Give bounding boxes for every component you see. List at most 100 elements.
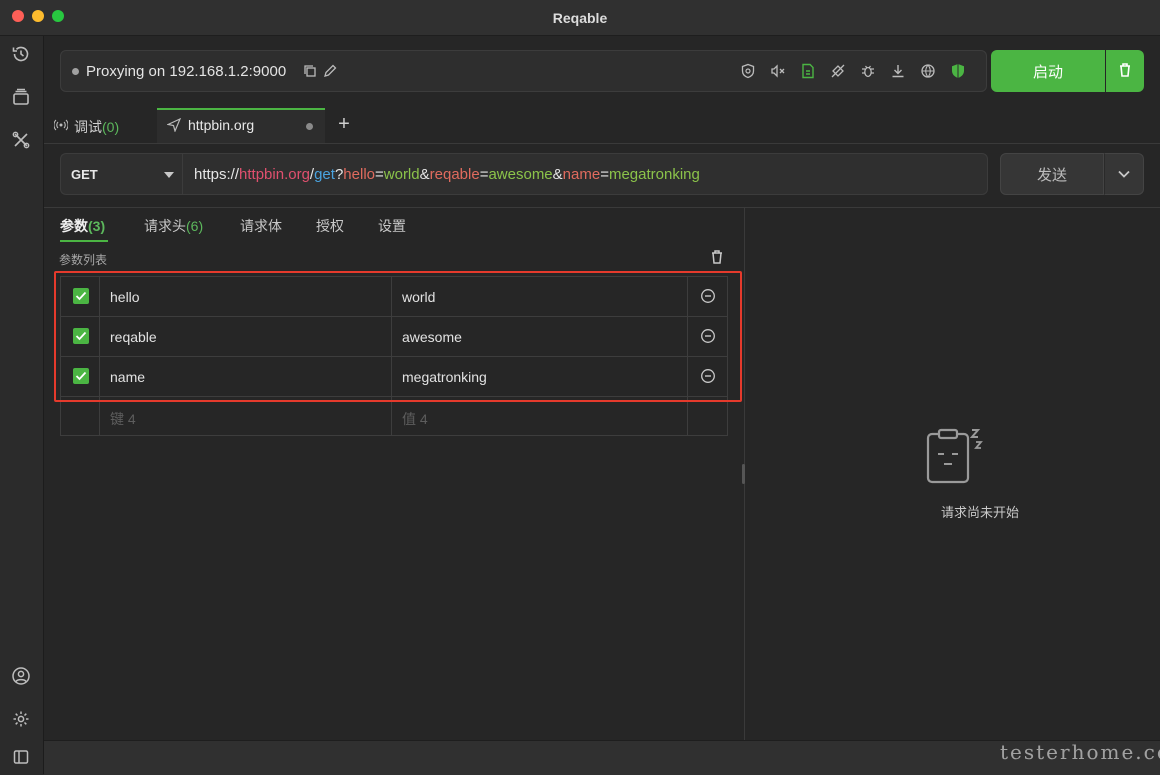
- script-file-icon[interactable]: [799, 62, 817, 80]
- action-cell: [687, 396, 728, 436]
- param-value: world: [402, 289, 436, 305]
- param-key-cell[interactable]: hello: [99, 276, 392, 316]
- start-button[interactable]: 启动: [991, 50, 1105, 92]
- divider: [44, 207, 1160, 208]
- url-scheme: https://: [194, 166, 240, 183]
- remove-param-icon[interactable]: [700, 288, 716, 304]
- table-row-new: 键 4 值 4: [60, 396, 728, 436]
- table-row: reqable awesome: [60, 316, 728, 356]
- tools-icon[interactable]: [10, 129, 32, 151]
- method-label: GET: [71, 167, 98, 182]
- url-equals: =: [375, 166, 384, 183]
- url-amp: &: [552, 166, 563, 183]
- toggle-sidebar-icon[interactable]: [10, 746, 32, 768]
- chevron-down-icon: [1117, 166, 1131, 182]
- mute-traffic-icon[interactable]: [769, 62, 787, 80]
- new-param-value-input[interactable]: 值 4: [391, 396, 688, 436]
- subtab-params-label: 参数: [60, 218, 88, 234]
- window-title: Reqable: [552, 10, 608, 26]
- collections-icon[interactable]: [10, 86, 32, 108]
- subtab-params[interactable]: 参数(3): [60, 216, 105, 236]
- breakpoint-bug-icon[interactable]: [859, 62, 877, 80]
- checkbox-cell: [60, 316, 100, 356]
- settings-gear-icon[interactable]: [10, 708, 32, 730]
- send-button[interactable]: 发送: [1000, 153, 1104, 195]
- url-equals: =: [600, 166, 609, 183]
- unsaved-dot: [306, 123, 313, 130]
- delete-all-params-icon[interactable]: [710, 249, 724, 268]
- url-input[interactable]: https://httpbin.org/get?hello=world&reqa…: [182, 153, 988, 195]
- send-options-dropdown[interactable]: [1104, 153, 1144, 195]
- url-host: httpbin.org: [239, 166, 310, 183]
- tab-bar: 调试(0) httpbin.org +: [44, 108, 1160, 144]
- tab-debug-count: (0): [102, 119, 120, 135]
- trash-icon: [1118, 62, 1132, 81]
- clipboard-sleep-icon: [922, 424, 986, 491]
- action-cell: [687, 356, 728, 396]
- subtab-headers[interactable]: 请求头(6): [144, 216, 203, 236]
- copy-icon[interactable]: [303, 64, 317, 81]
- subtab-headers-label: 请求头: [144, 218, 186, 234]
- param-value: megatronking: [402, 369, 487, 385]
- sidebar: [0, 36, 44, 774]
- new-key-placeholder: 键 4: [110, 411, 136, 427]
- shield-icon[interactable]: [949, 62, 967, 80]
- active-tab-indicator: [60, 240, 108, 242]
- subtab-auth[interactable]: 授权: [316, 216, 344, 236]
- param-value: awesome: [402, 329, 462, 345]
- params-list-title: 参数列表: [59, 253, 108, 267]
- clear-button[interactable]: [1106, 50, 1144, 92]
- param-value-cell[interactable]: megatronking: [391, 356, 688, 396]
- param-key-cell[interactable]: reqable: [99, 316, 392, 356]
- subtab-body[interactable]: 请求体: [240, 216, 282, 236]
- network-globe-icon[interactable]: [919, 62, 937, 80]
- edit-pencil-icon[interactable]: [323, 64, 337, 81]
- param-key-cell[interactable]: name: [99, 356, 392, 396]
- checkbox-cell: [60, 356, 100, 396]
- subtab-settings[interactable]: 设置: [378, 216, 406, 236]
- action-cell: [687, 276, 728, 316]
- chevron-down-icon: [164, 172, 174, 178]
- resize-handle[interactable]: [742, 464, 745, 484]
- tab-httpbin[interactable]: httpbin.org: [157, 108, 325, 143]
- url-param-key: name: [562, 166, 601, 183]
- table-row: name megatronking: [60, 356, 728, 396]
- param-checkbox[interactable]: [73, 328, 89, 344]
- new-param-key-input[interactable]: 键 4: [99, 396, 392, 436]
- proxy-status-bar: Proxying on 192.168.1.2:9000: [60, 50, 987, 92]
- account-icon[interactable]: [10, 665, 32, 687]
- watermark: testerhome.com: [1000, 740, 1160, 764]
- url-param-key: reqable: [429, 166, 480, 183]
- tab-httpbin-label: httpbin.org: [188, 117, 255, 133]
- param-key: reqable: [110, 329, 157, 345]
- param-value-cell[interactable]: awesome: [391, 316, 688, 356]
- url-param-key: hello: [343, 166, 375, 183]
- param-checkbox[interactable]: [73, 288, 89, 304]
- params-table: hello world reqable awesome name megatro…: [60, 276, 728, 436]
- param-key: hello: [110, 289, 140, 305]
- download-icon[interactable]: [889, 62, 907, 80]
- remove-param-icon[interactable]: [700, 368, 716, 384]
- param-key: name: [110, 369, 146, 385]
- main-panel: Proxying on 192.168.1.2:9000 启动 调试(0) ht…: [44, 36, 1160, 740]
- new-value-placeholder: 值 4: [402, 411, 428, 427]
- url-param-value: megatronking: [608, 166, 700, 183]
- title-bar: Reqable: [0, 0, 1160, 36]
- remove-param-icon[interactable]: [700, 328, 716, 344]
- checkbox-cell: [60, 276, 100, 316]
- ssl-lock-icon[interactable]: [739, 62, 757, 80]
- request-url-row: GET https://httpbin.org/get?hello=world&…: [60, 153, 1144, 195]
- url-param-value: awesome: [488, 166, 553, 183]
- add-tab-button[interactable]: +: [334, 114, 354, 136]
- action-cell: [687, 316, 728, 356]
- param-value-cell[interactable]: world: [391, 276, 688, 316]
- param-checkbox[interactable]: [73, 368, 89, 384]
- subtab-headers-count: (6): [186, 218, 204, 234]
- tab-debug[interactable]: 调试(0): [44, 108, 156, 143]
- history-icon[interactable]: [10, 43, 32, 65]
- tab-debug-label: 调试: [74, 119, 102, 135]
- table-row: hello world: [60, 276, 728, 316]
- method-select[interactable]: GET: [60, 153, 182, 195]
- checkbox-cell: [60, 396, 100, 436]
- rewrite-off-icon[interactable]: [829, 62, 847, 80]
